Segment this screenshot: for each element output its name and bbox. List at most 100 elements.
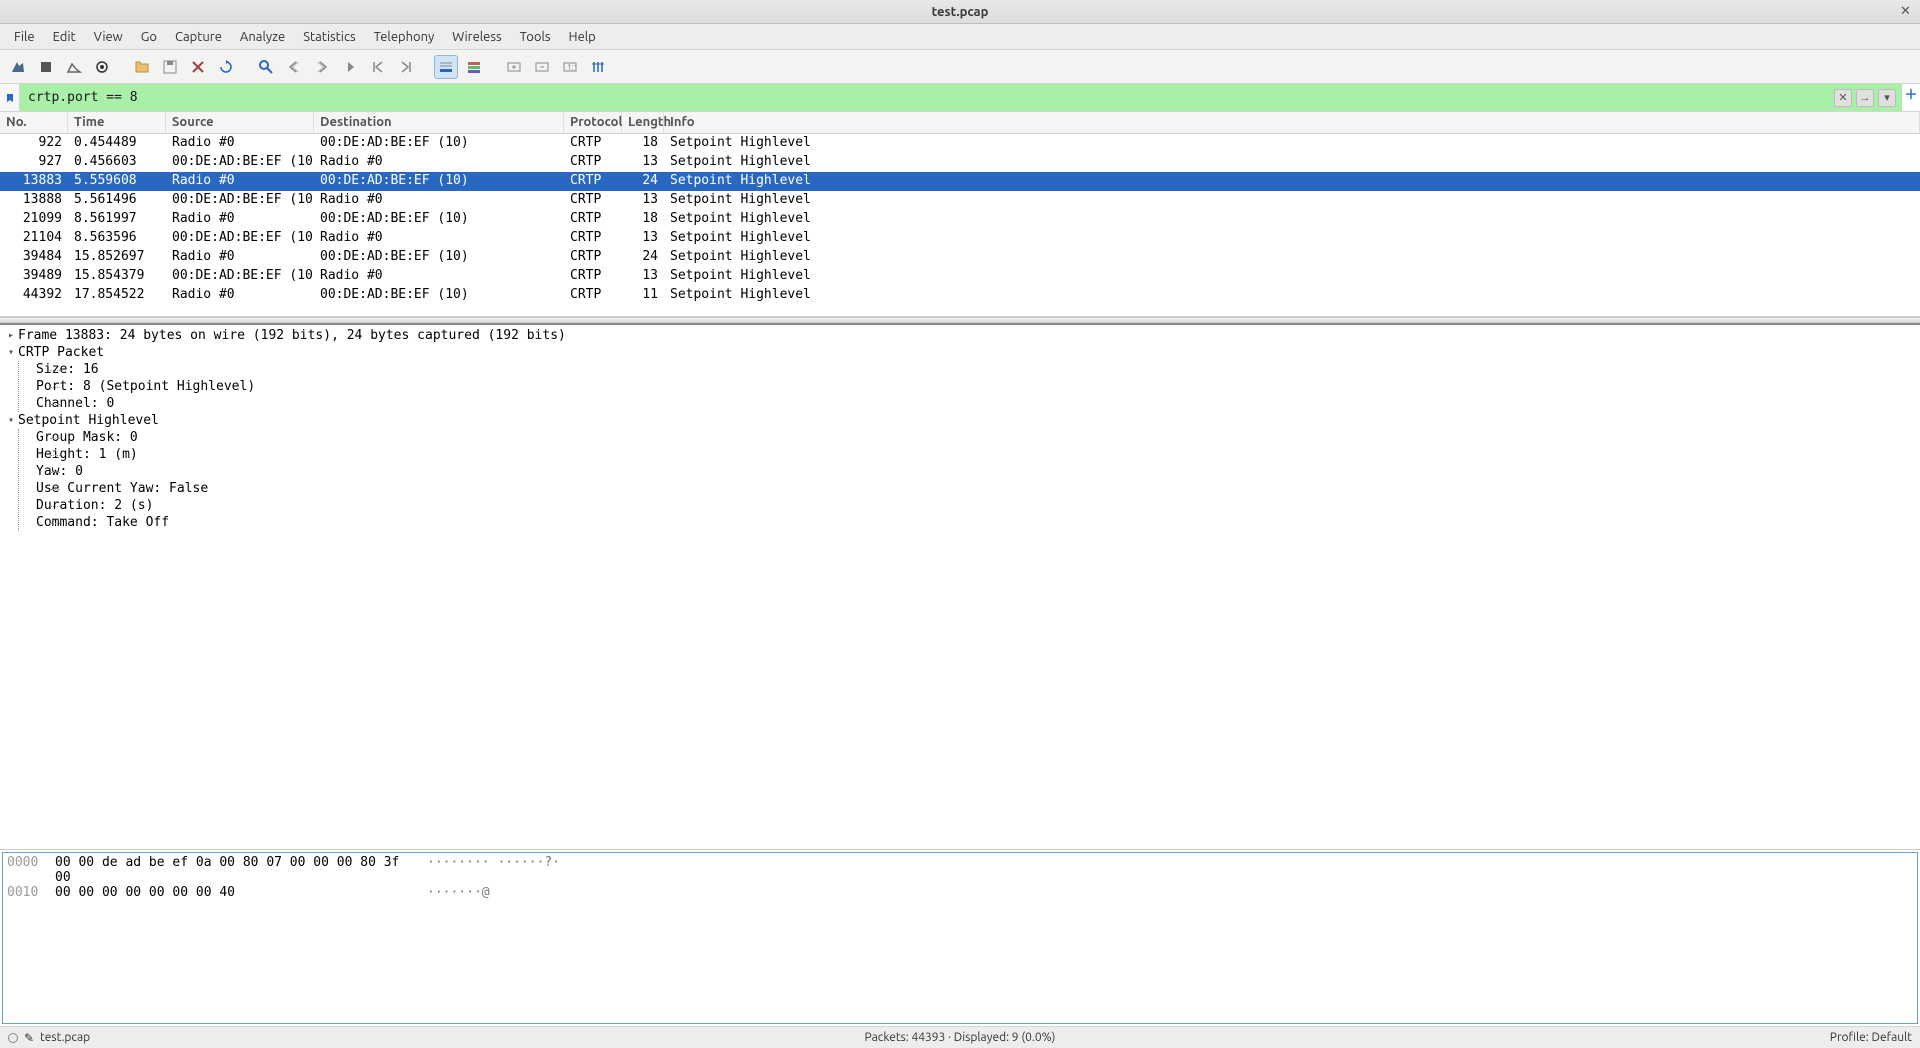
hex-ascii: ········ ······?· xyxy=(427,855,560,885)
tree-frame[interactable]: ▸Frame 13883: 24 bytes on wire (192 bits… xyxy=(0,327,1920,344)
find-icon[interactable] xyxy=(254,55,278,79)
reload-icon[interactable] xyxy=(214,55,238,79)
close-icon[interactable]: ✕ xyxy=(1900,4,1914,18)
cell-proto: CRTP xyxy=(564,172,622,191)
menu-tools[interactable]: Tools xyxy=(512,27,559,47)
stop-capture-icon[interactable] xyxy=(34,55,58,79)
menu-go[interactable]: Go xyxy=(133,27,165,47)
cell-time: 8.563596 xyxy=(68,229,166,248)
status-profile[interactable]: Profile: Default xyxy=(1277,1031,1912,1044)
packet-row[interactable]: 138885.56149600:DE:AD:BE:EF (10)Radio #0… xyxy=(0,191,1920,210)
packet-row[interactable]: 3948915.85437900:DE:AD:BE:EF (10)Radio #… xyxy=(0,267,1920,286)
cell-proto: CRTP xyxy=(564,191,622,210)
hex-row[interactable]: 0000 00 00 de ad be ef 0a 00 80 07 00 00… xyxy=(7,855,1913,885)
menu-help[interactable]: Help xyxy=(561,27,604,47)
col-header-time[interactable]: Time xyxy=(68,112,166,133)
col-header-info[interactable]: Info xyxy=(664,112,1920,133)
tree-crtp[interactable]: ▾CRTP Packet xyxy=(0,344,1920,361)
restart-capture-icon[interactable] xyxy=(62,55,86,79)
collapse-icon[interactable]: ▾ xyxy=(4,415,18,426)
hex-dump[interactable]: 0000 00 00 de ad be ef 0a 00 80 07 00 00… xyxy=(2,852,1918,1024)
packet-row[interactable]: 3948415.852697Radio #000:DE:AD:BE:EF (10… xyxy=(0,248,1920,267)
packet-row[interactable]: 211048.56359600:DE:AD:BE:EF (10)Radio #0… xyxy=(0,229,1920,248)
cell-info: Setpoint Highlevel xyxy=(664,172,1920,191)
menu-analyze[interactable]: Analyze xyxy=(232,27,293,47)
tree-sp-height[interactable]: Height: 1 (m) xyxy=(32,446,1920,463)
packet-row[interactable]: 9270.45660300:DE:AD:BE:EF (10)Radio #0CR… xyxy=(0,153,1920,172)
tree-crtp-size[interactable]: Size: 16 xyxy=(32,361,1920,378)
capture-options-icon[interactable] xyxy=(90,55,114,79)
cell-src: Radio #0 xyxy=(166,286,314,305)
packet-row[interactable]: 138835.559608Radio #000:DE:AD:BE:EF (10)… xyxy=(0,172,1920,191)
bookmark-icon[interactable] xyxy=(0,84,20,111)
cell-len: 13 xyxy=(622,267,664,286)
cell-no: 39484 xyxy=(0,248,68,267)
cell-info: Setpoint Highlevel xyxy=(664,267,1920,286)
packet-row[interactable]: 210998.561997Radio #000:DE:AD:BE:EF (10)… xyxy=(0,210,1920,229)
cell-time: 5.561496 xyxy=(68,191,166,210)
hex-row[interactable]: 0010 00 00 00 00 00 00 00 40 ·······@ xyxy=(7,885,1913,900)
packet-row[interactable]: 9220.454489Radio #000:DE:AD:BE:EF (10)CR… xyxy=(0,134,1920,153)
edit-icon[interactable]: ✎ xyxy=(24,1031,34,1045)
filter-history-icon[interactable]: ▾ xyxy=(1878,89,1896,107)
menu-statistics[interactable]: Statistics xyxy=(295,27,363,47)
resize-columns-icon[interactable] xyxy=(586,55,610,79)
cell-no: 13888 xyxy=(0,191,68,210)
zoom-reset-icon[interactable]: 1:1 xyxy=(558,55,582,79)
tree-sp-yaw[interactable]: Yaw: 0 xyxy=(32,463,1920,480)
collapse-icon[interactable]: ▾ xyxy=(4,347,18,358)
cell-time: 15.854379 xyxy=(68,267,166,286)
first-packet-icon[interactable] xyxy=(366,55,390,79)
cell-no: 927 xyxy=(0,153,68,172)
add-filter-button[interactable]: ＋ xyxy=(1902,84,1920,102)
menu-file[interactable]: File xyxy=(6,27,43,47)
packet-details[interactable]: ▸Frame 13883: 24 bytes on wire (192 bits… xyxy=(0,323,1920,850)
apply-filter-icon[interactable]: → xyxy=(1856,89,1874,107)
cell-len: 13 xyxy=(622,191,664,210)
expand-icon[interactable]: ▸ xyxy=(4,330,18,341)
cell-dst: Radio #0 xyxy=(314,267,564,286)
zoom-in-icon[interactable] xyxy=(502,55,526,79)
clear-filter-icon[interactable]: ✕ xyxy=(1834,89,1852,107)
col-header-src[interactable]: Source xyxy=(166,112,314,133)
tree-crtp-channel[interactable]: Channel: 0 xyxy=(32,395,1920,412)
tree-sp-group[interactable]: Group Mask: 0 xyxy=(32,429,1920,446)
cell-proto: CRTP xyxy=(564,210,622,229)
open-file-icon[interactable] xyxy=(130,55,154,79)
start-capture-icon[interactable] xyxy=(6,55,30,79)
cell-no: 13883 xyxy=(0,172,68,191)
menu-capture[interactable]: Capture xyxy=(167,27,230,47)
col-header-len[interactable]: Length xyxy=(622,112,664,133)
status-packets: Packets: 44393 · Displayed: 9 (0.0%) xyxy=(643,1031,1278,1044)
display-filter-input[interactable] xyxy=(20,84,1828,111)
packet-list-header: No. Time Source Destination Protocol Len… xyxy=(0,112,1920,134)
last-packet-icon[interactable] xyxy=(394,55,418,79)
tree-sp-cmd[interactable]: Command: Take Off xyxy=(32,514,1920,531)
menu-view[interactable]: View xyxy=(86,27,131,47)
cell-no: 44392 xyxy=(0,286,68,305)
menu-wireless[interactable]: Wireless xyxy=(444,27,509,47)
expert-info-icon[interactable] xyxy=(8,1033,18,1043)
tree-sp-ucy[interactable]: Use Current Yaw: False xyxy=(32,480,1920,497)
jump-to-icon[interactable] xyxy=(338,55,362,79)
tree-setpoint[interactable]: ▾Setpoint Highlevel xyxy=(0,412,1920,429)
col-header-dst[interactable]: Destination xyxy=(314,112,564,133)
cell-proto: CRTP xyxy=(564,229,622,248)
auto-scroll-icon[interactable] xyxy=(434,55,458,79)
close-file-icon[interactable] xyxy=(186,55,210,79)
packet-row[interactable]: 4439217.854522Radio #000:DE:AD:BE:EF (10… xyxy=(0,286,1920,305)
cell-time: 0.454489 xyxy=(68,134,166,153)
go-back-icon[interactable] xyxy=(282,55,306,79)
go-forward-icon[interactable] xyxy=(310,55,334,79)
col-header-proto[interactable]: Protocol xyxy=(564,112,622,133)
menu-telephony[interactable]: Telephony xyxy=(366,27,443,47)
packet-list[interactable]: No. Time Source Destination Protocol Len… xyxy=(0,112,1920,317)
col-header-no[interactable]: No. xyxy=(0,112,68,133)
tree-crtp-port[interactable]: Port: 8 (Setpoint Highlevel) xyxy=(32,378,1920,395)
zoom-out-icon[interactable] xyxy=(530,55,554,79)
cell-info: Setpoint Highlevel xyxy=(664,210,1920,229)
menu-edit[interactable]: Edit xyxy=(45,27,84,47)
save-file-icon[interactable] xyxy=(158,55,182,79)
colorize-icon[interactable] xyxy=(462,55,486,79)
tree-sp-dur[interactable]: Duration: 2 (s) xyxy=(32,497,1920,514)
